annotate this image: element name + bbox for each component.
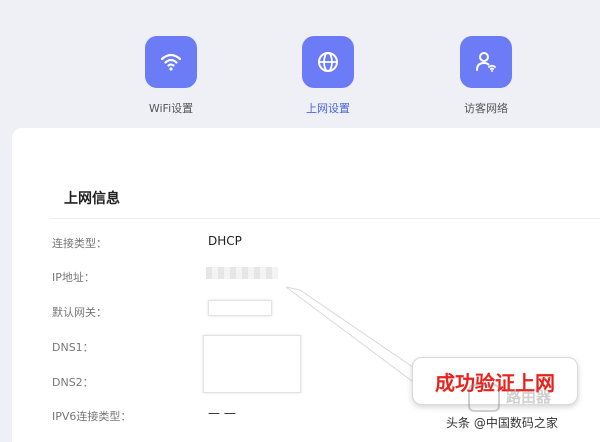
watermark-brand: 路由器 bbox=[506, 388, 552, 406]
dns-redaction bbox=[203, 335, 301, 393]
guest-user-icon bbox=[476, 52, 496, 72]
nav-label-guest: 访客网络 bbox=[464, 102, 508, 115]
label-ipv6-type: IPV6连接类型： bbox=[52, 410, 132, 423]
label-dns1: DNS1： bbox=[52, 341, 94, 354]
watermark-logo bbox=[468, 384, 500, 412]
nav-guest-network[interactable]: 访客网络 bbox=[436, 36, 536, 116]
watermark-source: 头条 @中国数码之家 bbox=[446, 416, 558, 430]
label-connection-type: 连接类型： bbox=[52, 237, 107, 250]
nav-wifi-settings[interactable]: WiFi设置 bbox=[121, 36, 221, 116]
value-connection-type: DHCP bbox=[208, 234, 242, 248]
label-default-gateway: 默认网关： bbox=[52, 306, 107, 319]
globe-icon bbox=[318, 52, 338, 72]
gateway-redaction bbox=[208, 300, 272, 316]
nav-internet-settings[interactable]: 上网设置 bbox=[278, 36, 378, 116]
guest-tile bbox=[460, 36, 512, 88]
nav-label-wifi: WiFi设置 bbox=[148, 102, 194, 115]
globe-tile bbox=[302, 36, 354, 88]
value-ipv6-type: — — bbox=[208, 406, 236, 420]
wifi-icon bbox=[160, 53, 182, 71]
label-ip-address: IP地址： bbox=[52, 271, 95, 284]
ip-address-redaction bbox=[206, 267, 278, 279]
nav-label-internet: 上网设置 bbox=[306, 102, 350, 115]
top-nav: WiFi设置 上网设置 访客网络 bbox=[0, 0, 600, 128]
label-dns2: DNS2： bbox=[52, 376, 94, 389]
wifi-tile bbox=[145, 36, 197, 88]
divider bbox=[50, 218, 600, 219]
section-title: 上网信息 bbox=[64, 191, 120, 207]
